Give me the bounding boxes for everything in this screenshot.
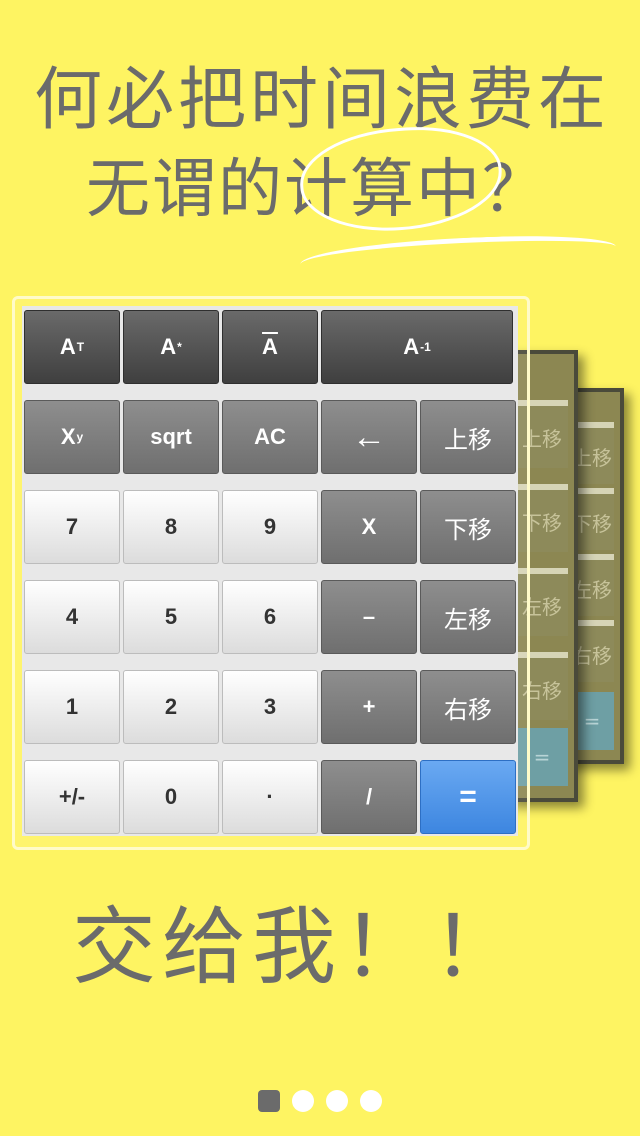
- power-button[interactable]: Xy: [24, 400, 120, 474]
- headline-line-2: 无谓的计算中？: [86, 138, 548, 230]
- headline-prefix: 无谓的: [86, 153, 284, 227]
- divide-button[interactable]: /: [321, 760, 417, 834]
- backspace-arrow-icon: ←: [352, 417, 386, 456]
- conjugate-button[interactable]: A *: [123, 310, 219, 384]
- minus-button[interactable]: –: [321, 580, 417, 654]
- equals-button[interactable]: =: [420, 760, 516, 834]
- power-sup: y: [76, 430, 84, 444]
- transpose-label: A: [59, 334, 76, 359]
- key-9[interactable]: 9: [222, 490, 318, 564]
- transpose-button[interactable]: AT: [24, 310, 120, 384]
- key-8[interactable]: 8: [123, 490, 219, 564]
- inverse-button[interactable]: A -1: [321, 310, 513, 384]
- inverse-sup: -1: [420, 340, 431, 354]
- move-up-button[interactable]: 上移: [420, 400, 516, 474]
- key-5[interactable]: 5: [123, 580, 219, 654]
- tagline: 交给我！！: [72, 898, 523, 996]
- plus-button[interactable]: +: [321, 670, 417, 744]
- clear-button[interactable]: AC: [222, 400, 318, 474]
- calculator-keypad: AT A * A A -1 Xy sqrt AC ← 上移 7 8 9 X 下移 4…: [22, 306, 518, 836]
- move-down-button[interactable]: 下移: [420, 490, 516, 564]
- power-label: X: [60, 424, 76, 449]
- page-dot-2[interactable]: [292, 1090, 314, 1112]
- mean-bar-button[interactable]: A: [222, 310, 318, 384]
- key-6[interactable]: 6: [222, 580, 318, 654]
- headline-suffix: 中？: [416, 153, 548, 227]
- key-4[interactable]: 4: [24, 580, 120, 654]
- backspace-button[interactable]: ←: [321, 400, 417, 474]
- move-left-button[interactable]: 左移: [420, 580, 516, 654]
- move-right-button[interactable]: 右移: [420, 670, 516, 744]
- headline-highlight: 计算: [284, 153, 416, 227]
- bar-label: A: [262, 334, 278, 359]
- key-1[interactable]: 1: [24, 670, 120, 744]
- page-indicator: [258, 1090, 382, 1112]
- decimal-button[interactable]: ·: [222, 760, 318, 834]
- multiply-button[interactable]: X: [321, 490, 417, 564]
- inverse-label: A: [403, 334, 420, 359]
- conjugate-label: A: [160, 334, 177, 359]
- key-2[interactable]: 2: [123, 670, 219, 744]
- hand-drawn-underline: [299, 232, 617, 279]
- page-dot-1[interactable]: [258, 1090, 280, 1112]
- page-dot-3[interactable]: [326, 1090, 348, 1112]
- page-dot-4[interactable]: [360, 1090, 382, 1112]
- negate-button[interactable]: +/-: [24, 760, 120, 834]
- headline-line-1: 何必把时间浪费在: [34, 61, 611, 140]
- key-7[interactable]: 7: [24, 490, 120, 564]
- conjugate-sup: *: [177, 340, 182, 354]
- transpose-sup: T: [76, 340, 85, 354]
- key-0[interactable]: 0: [123, 760, 219, 834]
- key-3[interactable]: 3: [222, 670, 318, 744]
- sqrt-button[interactable]: sqrt: [123, 400, 219, 474]
